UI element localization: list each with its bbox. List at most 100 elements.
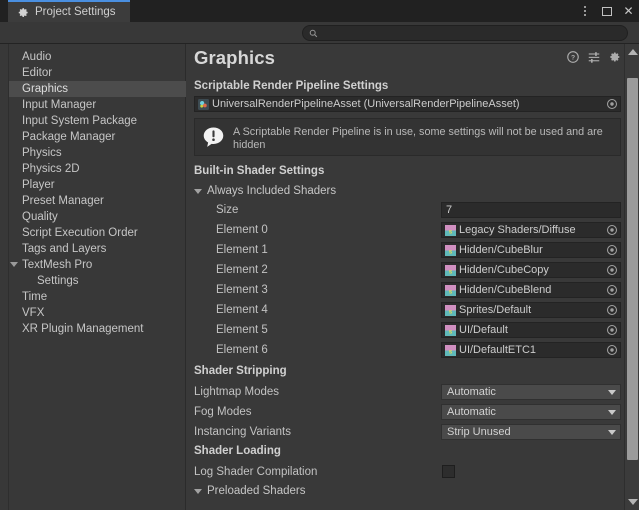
sidebar-item-tags-and-layers[interactable]: Tags and Layers: [9, 241, 186, 257]
toolbar: [0, 22, 639, 44]
chevron-down-icon: [608, 429, 616, 435]
shader-stripping-dropdown[interactable]: Automatic: [441, 404, 621, 420]
scroll-thumb[interactable]: [627, 78, 638, 460]
tab-project-settings[interactable]: Project Settings: [8, 0, 130, 22]
search-box[interactable]: [302, 25, 628, 41]
object-picker-icon[interactable]: [606, 284, 618, 296]
sidebar-item-quality[interactable]: Quality: [9, 209, 186, 225]
shader-stripping-label: Lightmap Modes: [194, 386, 280, 398]
help-icon[interactable]: ?: [567, 51, 579, 63]
settings-gear-icon[interactable]: [609, 51, 621, 63]
always-included-shaders-foldout[interactable]: Always Included Shaders: [186, 182, 336, 200]
shader-object-field[interactable]: s Legacy Shaders/Diffuse: [441, 222, 621, 238]
log-shader-compilation-checkbox[interactable]: [442, 465, 455, 478]
array-size-row: Size 7: [186, 200, 621, 220]
preloaded-shaders-foldout[interactable]: Preloaded Shaders: [186, 482, 305, 500]
shader-stripping-row: Fog Modes Automatic: [186, 402, 621, 422]
sidebar-item-audio[interactable]: Audio: [9, 49, 186, 65]
sidebar-item-label: Player: [22, 179, 55, 191]
search-icon: [309, 29, 318, 37]
gear-icon: [18, 7, 29, 18]
vertical-scrollbar[interactable]: [624, 44, 639, 510]
object-picker-icon[interactable]: [606, 224, 618, 236]
sidebar-item-textmesh-pro[interactable]: TextMesh Pro: [9, 257, 186, 273]
shader-object-field[interactable]: s UI/Default: [441, 322, 621, 338]
shader-stripping-dropdown[interactable]: Strip Unused: [441, 424, 621, 440]
sidebar-item-label: VFX: [22, 307, 45, 319]
search-input[interactable]: [322, 26, 621, 40]
shader-icon: s: [445, 264, 456, 276]
shader-object-field[interactable]: s Sprites/Default: [441, 302, 621, 318]
sidebar-item-label: Input System Package: [22, 115, 138, 127]
shader-loading-header: Shader Loading: [194, 445, 281, 457]
scroll-down-arrow[interactable]: [628, 499, 638, 505]
svg-text:s: s: [449, 248, 453, 255]
shader-stripping-row: Lightmap Modes Automatic: [186, 382, 621, 402]
object-picker-icon[interactable]: [606, 344, 618, 356]
dropdown-value: Automatic: [447, 386, 496, 398]
shader-object-field[interactable]: s UI/DefaultETC1: [441, 342, 621, 358]
shader-element-row: Element 2 s Hidden/CubeCopy: [186, 260, 621, 280]
panel-header-icons: ?: [567, 51, 621, 63]
svg-text:s: s: [449, 268, 453, 275]
object-picker-icon[interactable]: [606, 98, 618, 110]
shader-icon: s: [445, 244, 456, 256]
shader-stripping-dropdown[interactable]: Automatic: [441, 384, 621, 400]
sidebar-item-physics[interactable]: Physics: [9, 145, 186, 161]
sidebar-item-input-system-package[interactable]: Input System Package: [9, 113, 186, 129]
scroll-up-arrow[interactable]: [628, 49, 638, 55]
sidebar-item-label: Script Execution Order: [22, 227, 138, 239]
object-picker-icon[interactable]: [606, 324, 618, 336]
object-picker-icon[interactable]: [606, 264, 618, 276]
shader-object-value: UI/DefaultETC1: [459, 344, 537, 356]
shader-element-row: Element 1 s Hidden/CubeBlur: [186, 240, 621, 260]
preset-icon[interactable]: [588, 51, 600, 63]
shader-object-field[interactable]: s Hidden/CubeBlend: [441, 282, 621, 298]
sidebar-item-settings[interactable]: Settings: [9, 273, 186, 289]
kebab-menu-icon[interactable]: [578, 5, 591, 18]
window-titlebar: Project Settings ✕: [0, 0, 639, 22]
tab-label: Project Settings: [35, 6, 116, 18]
render-pipeline-asset-icon: [198, 98, 209, 110]
log-shader-compilation-label: Log Shader Compilation: [194, 466, 318, 478]
sidebar-item-label: Settings: [37, 275, 79, 287]
shader-element-label: Element 2: [216, 264, 268, 276]
chevron-down-icon: [194, 488, 202, 494]
shader-object-value: Legacy Shaders/Diffuse: [459, 224, 576, 236]
sidebar-item-graphics[interactable]: Graphics: [9, 81, 186, 97]
sidebar-list: Audio Editor Graphics Input Manager Input Sy…: [9, 49, 186, 337]
svg-text:s: s: [449, 348, 453, 355]
sidebar-item-preset-manager[interactable]: Preset Manager: [9, 193, 186, 209]
array-size-label: Size: [216, 204, 239, 216]
sidebar-item-physics-2d[interactable]: Physics 2D: [9, 161, 186, 177]
sidebar-item-editor[interactable]: Editor: [9, 65, 186, 81]
sidebar-item-script-execution-order[interactable]: Script Execution Order: [9, 225, 186, 241]
sidebar-item-time[interactable]: Time: [9, 289, 186, 305]
svg-text:?: ?: [571, 55, 575, 62]
array-size-input[interactable]: 7: [441, 202, 621, 218]
shader-element-row: Element 6 s UI/DefaultETC1: [186, 340, 621, 360]
shader-element-label: Element 5: [216, 324, 268, 336]
shader-object-field[interactable]: s Hidden/CubeCopy: [441, 262, 621, 278]
sidebar-item-label: Input Manager: [22, 99, 97, 111]
shader-object-value: Hidden/CubeBlur: [459, 244, 543, 256]
sidebar-item-player[interactable]: Player: [9, 177, 186, 193]
shader-object-value: Hidden/CubeBlend: [459, 284, 552, 296]
object-picker-icon[interactable]: [606, 244, 618, 256]
sidebar-item-vfx[interactable]: VFX: [9, 305, 186, 321]
chevron-down-icon[interactable]: [10, 262, 18, 267]
sidebar-item-package-manager[interactable]: Package Manager: [9, 129, 186, 145]
sidebar-item-label: TextMesh Pro: [22, 259, 93, 271]
sidebar-item-input-manager[interactable]: Input Manager: [9, 97, 186, 113]
svg-text:s: s: [449, 328, 453, 335]
maximize-icon[interactable]: [600, 5, 613, 18]
object-picker-icon[interactable]: [606, 304, 618, 316]
srp-section-label: Scriptable Render Pipeline Settings: [194, 80, 389, 92]
sidebar-item-label: Physics: [22, 147, 62, 159]
srp-asset-field[interactable]: UniversalRenderPipelineAsset (UniversalR…: [194, 96, 621, 112]
builtin-shader-settings-header: Built-in Shader Settings: [194, 165, 325, 177]
shader-object-field[interactable]: s Hidden/CubeBlur: [441, 242, 621, 258]
chevron-down-icon: [608, 409, 616, 415]
sidebar-item-xr-plugin-management[interactable]: XR Plugin Management: [9, 321, 186, 337]
close-icon[interactable]: ✕: [622, 5, 635, 18]
